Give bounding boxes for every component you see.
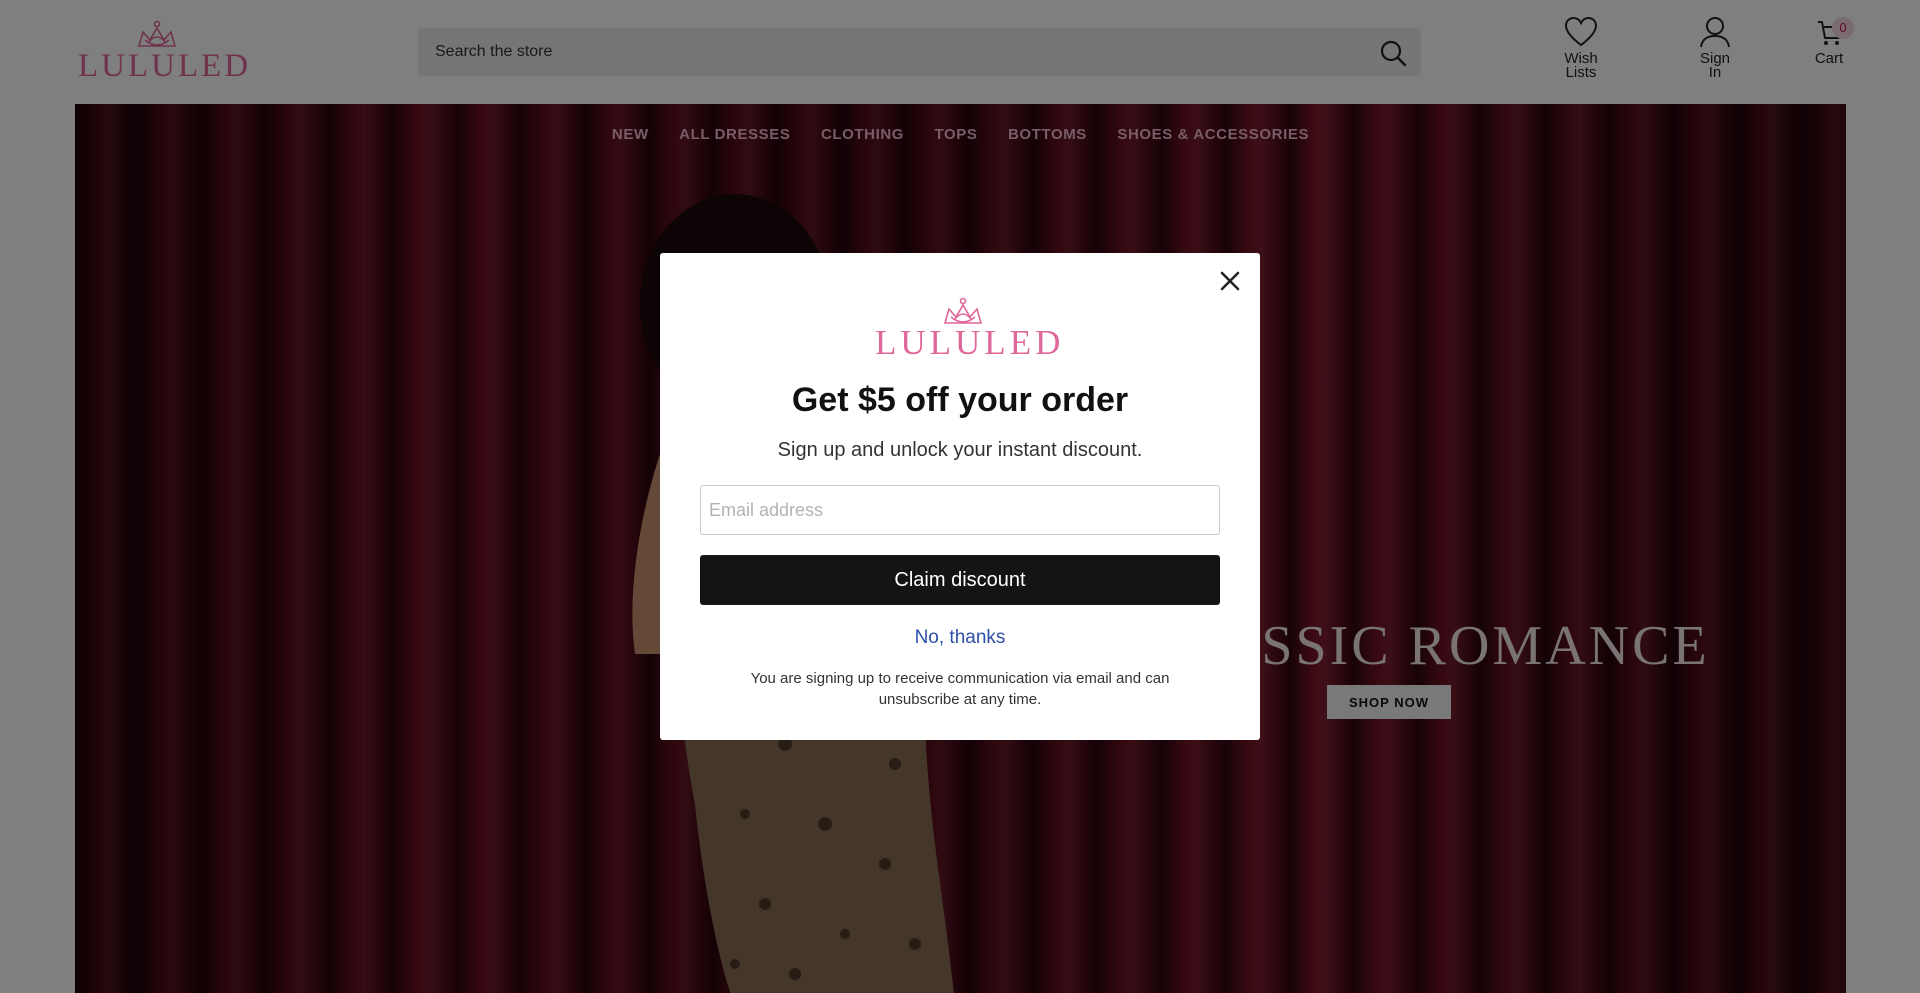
popup-logo-text: LULULED xyxy=(875,323,1065,362)
claim-discount-button[interactable]: Claim discount xyxy=(700,555,1220,605)
close-button[interactable] xyxy=(1216,267,1244,295)
popup-logo: LULULED xyxy=(875,297,1065,362)
close-icon xyxy=(1220,271,1240,291)
popup-disclaimer: You are signing up to receive communicat… xyxy=(750,670,1170,708)
popup-heading: Get $5 off your order xyxy=(791,381,1129,419)
discount-popup: LULULED Get $5 off your order Sign up an… xyxy=(660,253,1260,740)
email-field[interactable] xyxy=(700,485,1220,535)
popup-subheading: Sign up and unlock your instant discount… xyxy=(777,439,1143,461)
no-thanks-link[interactable]: No, thanks xyxy=(660,627,1260,649)
